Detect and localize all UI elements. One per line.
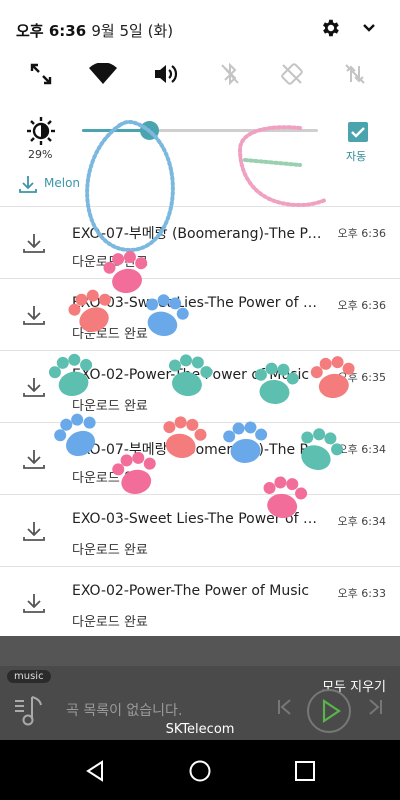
clock-date: 9월 5일 (화) — [91, 22, 174, 40]
download-icon — [18, 174, 38, 198]
download-icon — [22, 375, 46, 399]
next-track-icon[interactable] — [364, 696, 386, 718]
notification-time: 오후 6:33 — [337, 587, 386, 600]
notification-item[interactable]: EXO-02-Power-The Power of Music 다운로드 완료 … — [0, 350, 400, 421]
brightness-control: 29% 자동 — [0, 110, 400, 170]
music-pill: music — [7, 670, 51, 683]
download-icon — [22, 303, 46, 327]
screen-rotate-icon[interactable] — [23, 56, 59, 92]
notification-status: 다운로드 완료 — [72, 543, 148, 558]
navigation-bar — [0, 740, 400, 800]
notification-title: EXO-03-Sweet Lies-The Power of Music — [72, 511, 322, 527]
app-label: Melon — [44, 176, 81, 190]
notification-item[interactable]: EXO-02-Power-The Power of Music 다운로드 완료 … — [0, 566, 400, 637]
wifi-icon[interactable] — [85, 56, 121, 92]
empty-playlist-text: 곡 목록이 없습니다. — [66, 703, 183, 719]
status-clock: 오후 6:36 9월 5일 (화) — [16, 20, 173, 41]
auto-brightness-checkbox[interactable] — [348, 122, 368, 142]
notification-title: EXO-07-부메랑 (Boomerang)-The Power of Musi… — [72, 226, 322, 242]
notification-time: 오후 6:36 — [337, 227, 386, 240]
notification-title: EXO-02-Power-The Power of Music — [72, 367, 310, 383]
rotation-lock-off-icon[interactable] — [274, 56, 310, 92]
notification-item[interactable]: EXO-03-Sweet Lies-The Power of Music 다운로… — [0, 278, 400, 349]
quick-settings-tiles — [0, 56, 400, 96]
auto-brightness-label: 자동 — [346, 150, 367, 163]
notification-status: 다운로드 완료 — [72, 471, 148, 486]
notification-item[interactable]: EXO-07-부메랑 (Boomerang)-The Power of Musi… — [0, 206, 400, 277]
clock-time: 오후 6:36 — [16, 22, 87, 40]
chevron-down-icon[interactable] — [357, 16, 381, 40]
download-icon — [22, 447, 46, 471]
download-icon — [22, 519, 46, 543]
notification-status: 다운로드 완료 — [72, 327, 148, 342]
gear-icon[interactable] — [318, 16, 342, 40]
download-icon — [22, 591, 46, 615]
home-icon[interactable] — [187, 758, 213, 784]
recents-icon[interactable] — [292, 758, 318, 784]
previous-track-icon[interactable] — [274, 696, 296, 718]
notification-title: EXO-03-Sweet Lies-The Power of Music — [72, 295, 322, 311]
notification-status: 다운로드 완료 — [72, 399, 148, 414]
notification-time: 오후 6:34 — [337, 443, 386, 456]
brightness-slider[interactable] — [82, 121, 318, 140]
notification-time: 오후 6:36 — [337, 299, 386, 312]
notification-status: 다운로드 완료 — [72, 255, 148, 270]
notification-title: EXO-07-부메랑 (Boomerang)-The Power of Musi… — [72, 442, 322, 458]
music-bar-background — [0, 636, 400, 666]
quick-settings-header: 오후 6:36 9월 5일 (화) — [0, 0, 400, 56]
notification-status: 다운로드 완료 — [72, 615, 148, 630]
data-off-icon[interactable] — [337, 56, 373, 92]
back-icon[interactable] — [82, 758, 108, 784]
notification-title: EXO-02-Power-The Power of Music — [72, 583, 310, 599]
notification-time: 오후 6:34 — [337, 515, 386, 528]
sound-icon[interactable] — [148, 56, 184, 92]
download-icon — [22, 231, 46, 255]
notification-item[interactable]: EXO-07-부메랑 (Boomerang)-The Power of Musi… — [0, 422, 400, 493]
carrier-label: SKTelecom — [165, 722, 235, 737]
notification-item[interactable]: EXO-03-Sweet Lies-The Power of Music 다운로… — [0, 494, 400, 565]
notification-time: 오후 6:35 — [337, 371, 386, 384]
brightness-slider-thumb[interactable] — [140, 121, 160, 140]
music-player-bar: music 모두 지우기 곡 목록이 없습니다. SKTelecom — [0, 636, 400, 740]
brightness-percent: 29% — [28, 148, 53, 161]
brightness-icon — [26, 116, 56, 146]
bluetooth-off-icon[interactable] — [212, 56, 248, 92]
melon-notification-header[interactable]: Melon — [0, 170, 400, 204]
